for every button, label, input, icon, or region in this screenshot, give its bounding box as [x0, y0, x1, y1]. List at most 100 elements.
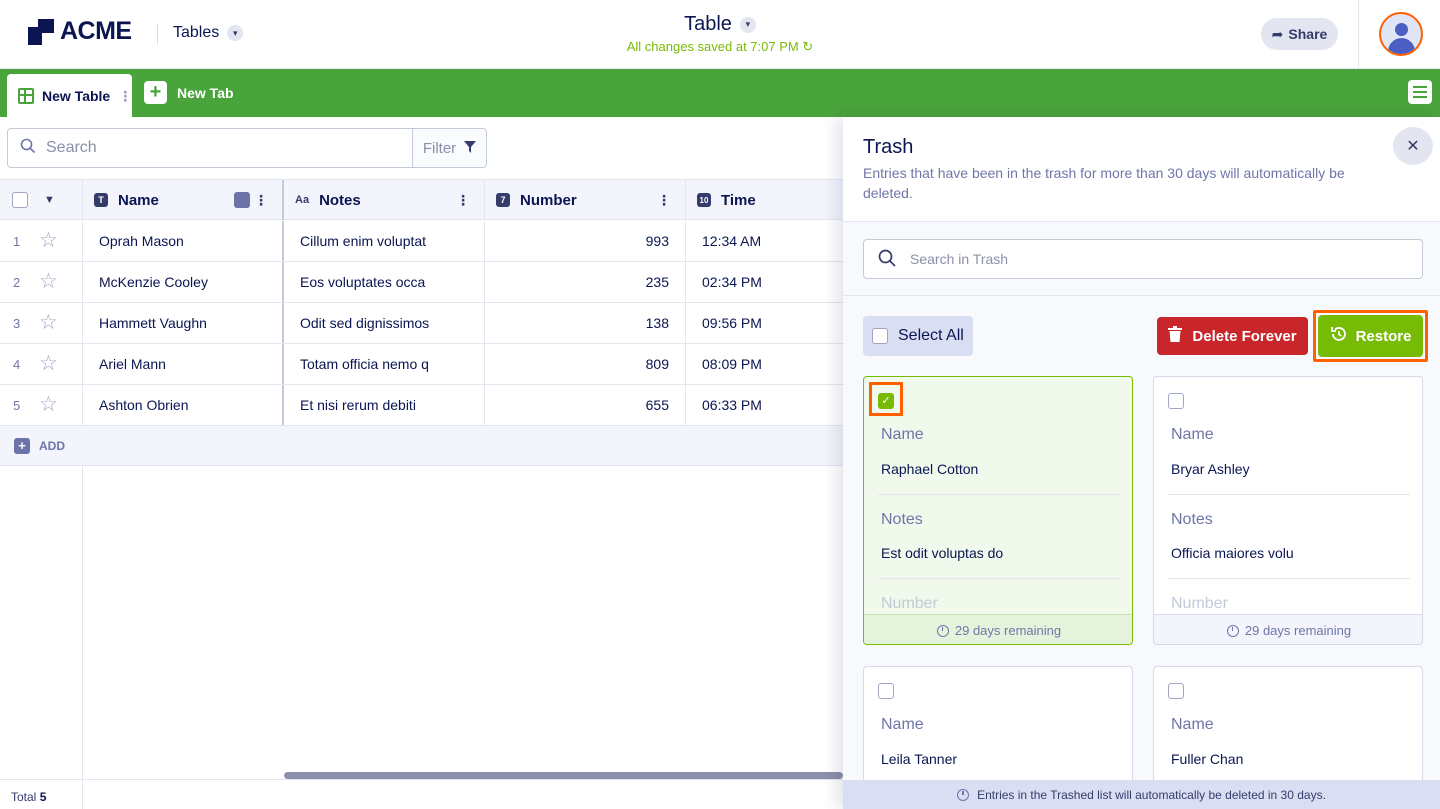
- cell-time[interactable]: 08:09 PM: [686, 344, 843, 384]
- cell-notes[interactable]: Odit sed dignissimos: [284, 303, 485, 343]
- restore-label: Restore: [1355, 327, 1412, 345]
- new-tab-button[interactable]: + New Tab: [144, 81, 234, 104]
- trash-card[interactable]: ✓ Name Raphael Cotton Notes Est odit vol…: [863, 376, 1133, 645]
- table-row[interactable]: 5 ☆ Ashton Obrien Et nisi rerum debiti 6…: [0, 385, 843, 426]
- column-label: Time: [721, 191, 756, 209]
- table-row[interactable]: 2 ☆ McKenzie Cooley Eos voluptates occa …: [0, 262, 843, 303]
- share-button[interactable]: ➦ Share: [1261, 18, 1338, 50]
- field-value: Raphael Cotton: [881, 461, 979, 477]
- trash-search-input[interactable]: Search in Trash: [863, 239, 1423, 279]
- cell-number[interactable]: 235: [485, 262, 686, 302]
- close-icon[interactable]: ✕: [1393, 127, 1433, 165]
- field-value: Fuller Chan: [1171, 751, 1244, 767]
- clock-icon: [1226, 624, 1239, 637]
- search-input[interactable]: Search: [7, 128, 413, 168]
- add-row-bar: + ADD: [0, 426, 843, 466]
- column-options-icon[interactable]: ⋮: [657, 192, 671, 209]
- column-header-notes[interactable]: Aa Notes ⋮: [284, 180, 485, 220]
- table-header: ▼ T Name ⋮ Aa Notes ⋮ 7 Number ⋮ 10 Time: [0, 179, 843, 220]
- trash-card[interactable]: Name Fuller Chan: [1153, 666, 1423, 796]
- field-value: Officia maiores volu: [1171, 545, 1294, 561]
- field-divider: [1168, 578, 1410, 579]
- cell-time[interactable]: 02:34 PM: [686, 262, 843, 302]
- trash-title: Trash: [863, 136, 914, 158]
- chevron-down-icon[interactable]: ▼: [44, 194, 55, 206]
- page-title: Table: [684, 13, 732, 35]
- pin-icon[interactable]: [234, 192, 250, 208]
- table-row[interactable]: 4 ☆ Ariel Mann Totam officia nemo q 809 …: [0, 344, 843, 385]
- column-options-icon[interactable]: ⋮: [456, 192, 470, 209]
- horizontal-scrollbar[interactable]: [284, 772, 843, 779]
- table-grid-icon: [18, 87, 34, 104]
- cell-name[interactable]: Ashton Obrien: [83, 385, 284, 425]
- cell-number[interactable]: 655: [485, 385, 686, 425]
- add-row-label: ADD: [39, 439, 65, 453]
- field-value: Leila Tanner: [881, 751, 958, 767]
- cell-name[interactable]: Ariel Mann: [83, 344, 284, 384]
- cell-name[interactable]: McKenzie Cooley: [83, 262, 284, 302]
- trash-card[interactable]: Name Leila Tanner: [863, 666, 1133, 796]
- cell-time[interactable]: 12:34 AM: [686, 221, 843, 261]
- cell-notes[interactable]: Eos voluptates occa: [284, 262, 485, 302]
- plus-icon: +: [14, 438, 30, 454]
- cell-notes[interactable]: Totam officia nemo q: [284, 344, 485, 384]
- select-all-rows-checkbox[interactable]: [12, 192, 28, 208]
- delete-forever-label: Delete Forever: [1192, 327, 1297, 345]
- title-area: Table ▾ All changes saved at 7:07 PM ↻: [0, 13, 1440, 55]
- card-checkbox-checked[interactable]: ✓: [878, 393, 894, 409]
- cell-notes[interactable]: Et nisi rerum debiti: [284, 385, 485, 425]
- select-all-button[interactable]: Select All: [863, 316, 973, 356]
- save-status-text: All changes saved at 7:07 PM: [626, 39, 799, 54]
- number-type-icon: 7: [496, 193, 510, 207]
- tab-new-table[interactable]: New Table ⋮: [7, 74, 132, 117]
- hamburger-menu-icon[interactable]: [1408, 80, 1432, 104]
- add-row-button[interactable]: + ADD: [14, 438, 65, 454]
- table-title-dropdown[interactable]: Table ▾: [684, 13, 756, 36]
- tab-options-icon[interactable]: ⋮: [118, 89, 132, 103]
- filter-button[interactable]: Filter: [412, 128, 487, 168]
- column-header-number[interactable]: 7 Number ⋮: [485, 180, 686, 220]
- funnel-icon: [464, 140, 477, 157]
- plus-icon: +: [144, 81, 167, 104]
- clock-icon: [936, 624, 949, 637]
- trash-header: Trash Entries that have been in the tras…: [843, 117, 1440, 222]
- select-all-checkbox[interactable]: [872, 328, 888, 344]
- cell-name[interactable]: Oprah Mason: [83, 221, 284, 261]
- column-label: Notes: [319, 191, 361, 209]
- card-checkbox[interactable]: [1168, 683, 1184, 699]
- cell-number[interactable]: 993: [485, 221, 686, 261]
- trash-description: Entries that have been in the trash for …: [863, 165, 1345, 201]
- app-header: ACME Tables ▾ Table ▾ All changes saved …: [0, 0, 1440, 69]
- user-avatar[interactable]: [1379, 12, 1423, 56]
- total-value: 5: [39, 790, 47, 804]
- column-header-time[interactable]: 10 Time: [686, 180, 843, 220]
- field-label: Name: [1171, 716, 1214, 733]
- trash-card[interactable]: Name Bryar Ashley Notes Officia maiores …: [1153, 376, 1423, 645]
- cell-number[interactable]: 809: [485, 344, 686, 384]
- column-options-icon[interactable]: ⋮: [254, 192, 268, 209]
- trash-content: Select All Delete Forever Restore ✓ Name…: [843, 296, 1440, 796]
- field-label: Name: [1171, 426, 1214, 443]
- card-footer: 29 days remaining: [864, 614, 1132, 644]
- clock-icon: [957, 788, 970, 801]
- field-value: Bryar Ashley: [1171, 461, 1250, 477]
- field-label: Notes: [1171, 511, 1213, 528]
- row-gutter: [0, 466, 83, 779]
- header-divider: [1358, 0, 1359, 69]
- new-tab-label: New Tab: [177, 84, 234, 101]
- cell-number[interactable]: 138: [485, 303, 686, 343]
- cell-name[interactable]: Hammett Vaughn: [83, 303, 284, 343]
- column-label: Name: [118, 191, 159, 209]
- cell-time[interactable]: 09:56 PM: [686, 303, 843, 343]
- delete-forever-button[interactable]: Delete Forever: [1157, 317, 1308, 355]
- table-row[interactable]: 3 ☆ Hammett Vaughn Odit sed dignissimos …: [0, 303, 843, 344]
- cell-time[interactable]: 06:33 PM: [686, 385, 843, 425]
- card-checkbox[interactable]: [1168, 393, 1184, 409]
- cell-notes[interactable]: Cillum enim voluptat: [284, 221, 485, 261]
- restore-button[interactable]: Restore: [1318, 315, 1423, 357]
- column-header-name[interactable]: T Name ⋮: [83, 180, 284, 220]
- table-row[interactable]: 1 ☆ Oprah Mason Cillum enim voluptat 993…: [0, 221, 843, 262]
- card-checkbox[interactable]: [878, 683, 894, 699]
- field-divider: [878, 578, 1120, 579]
- restore-clock-icon: [1330, 325, 1348, 347]
